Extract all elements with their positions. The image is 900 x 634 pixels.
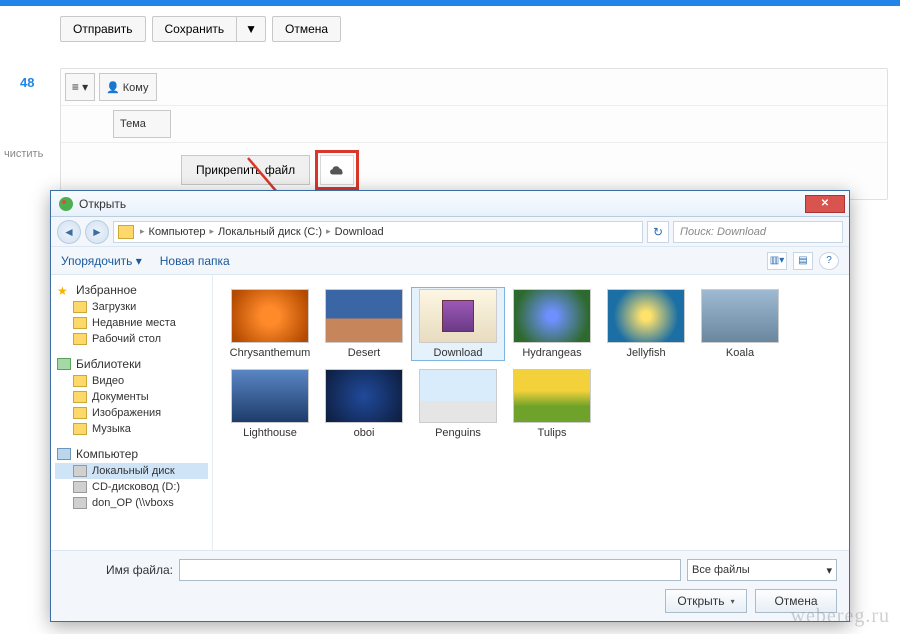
filename-label: Имя файла:	[63, 563, 173, 577]
file-item[interactable]: Chrysanthemum	[223, 287, 317, 361]
tree-local-disk[interactable]: Локальный диск	[55, 463, 208, 479]
search-input[interactable]: Поиск: Download	[673, 221, 843, 243]
compose-toolbar: Отправить Сохранить ▼ Отмена	[0, 6, 900, 50]
cloud-icon	[328, 164, 346, 176]
thumbnail	[419, 289, 497, 343]
attach-file-button[interactable]: Прикрепить файл	[181, 155, 310, 185]
crumb-computer[interactable]: Компьютер	[147, 226, 208, 238]
dialog-navbar: ◄ ► ▸ Компьютер ▸ Локальный диск (C:) ▸ …	[51, 217, 849, 247]
tree-documents[interactable]: Документы	[55, 389, 208, 405]
tree-cd-drive[interactable]: CD-дисковод (D:)	[55, 479, 208, 495]
tree-downloads[interactable]: Загрузки	[55, 299, 208, 315]
file-item[interactable]: Desert	[317, 287, 411, 361]
refresh-button[interactable]: ↻	[647, 221, 669, 243]
thumbnail	[513, 289, 591, 343]
subject-label: Тема	[113, 110, 171, 138]
attach-cloud-button[interactable]	[320, 155, 354, 185]
nav-forward-button[interactable]: ►	[85, 220, 109, 244]
cancel-button[interactable]: Отмена	[272, 16, 341, 42]
open-button[interactable]: Открыть	[665, 589, 747, 613]
file-item[interactable]: Lighthouse	[223, 367, 317, 441]
view-mode-button[interactable]: ▥▾	[767, 252, 787, 270]
filename-input[interactable]	[179, 559, 681, 581]
tree-recent[interactable]: Недавние места	[55, 315, 208, 331]
to-input[interactable]	[161, 73, 887, 101]
file-item[interactable]: oboi	[317, 367, 411, 441]
tree-libraries[interactable]: Библиотеки	[55, 355, 208, 373]
crumb-drive-c[interactable]: Локальный диск (C:)	[216, 226, 324, 238]
save-dropdown[interactable]: ▼	[236, 16, 266, 42]
thumbnail	[231, 369, 309, 423]
dialog-toolbar: Упорядочить ▾ Новая папка ▥▾ ▤ ?	[51, 247, 849, 275]
crumb-download[interactable]: Download	[333, 226, 386, 238]
file-item[interactable]: Download	[411, 287, 505, 361]
file-item[interactable]: Penguins	[411, 367, 505, 441]
file-type-select[interactable]: Все файлы▾	[687, 559, 837, 581]
compose-panel: ≡ ▾ 👤 Кому Тема Прикрепить файл	[60, 68, 888, 200]
tree-video[interactable]: Видео	[55, 373, 208, 389]
thumbnail	[325, 289, 403, 343]
new-folder-button[interactable]: Новая папка	[160, 254, 230, 268]
clear-link[interactable]: чистить	[4, 148, 43, 160]
tree-network-share[interactable]: don_OP (\\vboxs	[55, 495, 208, 511]
preview-pane-button[interactable]: ▤	[793, 252, 813, 270]
file-item[interactable]: Jellyfish	[599, 287, 693, 361]
file-item[interactable]: Tulips	[505, 367, 599, 441]
save-split: Сохранить ▼	[152, 16, 267, 42]
save-button[interactable]: Сохранить	[152, 16, 237, 42]
dialog-titlebar[interactable]: Открыть ✕	[51, 191, 849, 217]
dialog-title: Открыть	[79, 197, 126, 211]
nav-back-button[interactable]: ◄	[57, 220, 81, 244]
tree-images[interactable]: Изображения	[55, 405, 208, 421]
thumbnail	[325, 369, 403, 423]
thumbnail	[231, 289, 309, 343]
unread-count: 48	[20, 75, 34, 90]
thumbnail	[513, 369, 591, 423]
subject-input[interactable]	[175, 110, 887, 138]
tree-favorites[interactable]: ★Избранное	[55, 281, 208, 299]
watermark: webereg.ru	[791, 605, 890, 628]
chrome-icon	[59, 197, 73, 211]
file-open-dialog: Открыть ✕ ◄ ► ▸ Компьютер ▸ Локальный ди…	[50, 190, 850, 622]
compose-menu-button[interactable]: ≡ ▾	[65, 73, 95, 101]
file-item[interactable]: Koala	[693, 287, 787, 361]
file-item[interactable]: Hydrangeas	[505, 287, 599, 361]
dialog-close-button[interactable]: ✕	[805, 195, 845, 213]
tree-desktop[interactable]: Рабочий стол	[55, 331, 208, 347]
dialog-footer: Имя файла: Все файлы▾ Открыть Отмена	[51, 550, 849, 621]
files-pane[interactable]: Chrysanthemum Desert Download Hydrangeas…	[213, 275, 849, 550]
tree-computer[interactable]: Компьютер	[55, 445, 208, 463]
thumbnail	[701, 289, 779, 343]
thumbnail	[607, 289, 685, 343]
organize-menu[interactable]: Упорядочить ▾	[61, 254, 142, 268]
folder-tree[interactable]: ★Избранное Загрузки Недавние места Рабоч…	[51, 275, 213, 550]
address-bar[interactable]: ▸ Компьютер ▸ Локальный диск (C:) ▸ Down…	[113, 221, 643, 243]
thumbnail	[419, 369, 497, 423]
folder-icon	[118, 225, 134, 239]
to-field-button[interactable]: 👤 Кому	[99, 73, 157, 101]
help-button[interactable]: ?	[819, 252, 839, 270]
send-button[interactable]: Отправить	[60, 16, 146, 42]
tree-music[interactable]: Музыка	[55, 421, 208, 437]
